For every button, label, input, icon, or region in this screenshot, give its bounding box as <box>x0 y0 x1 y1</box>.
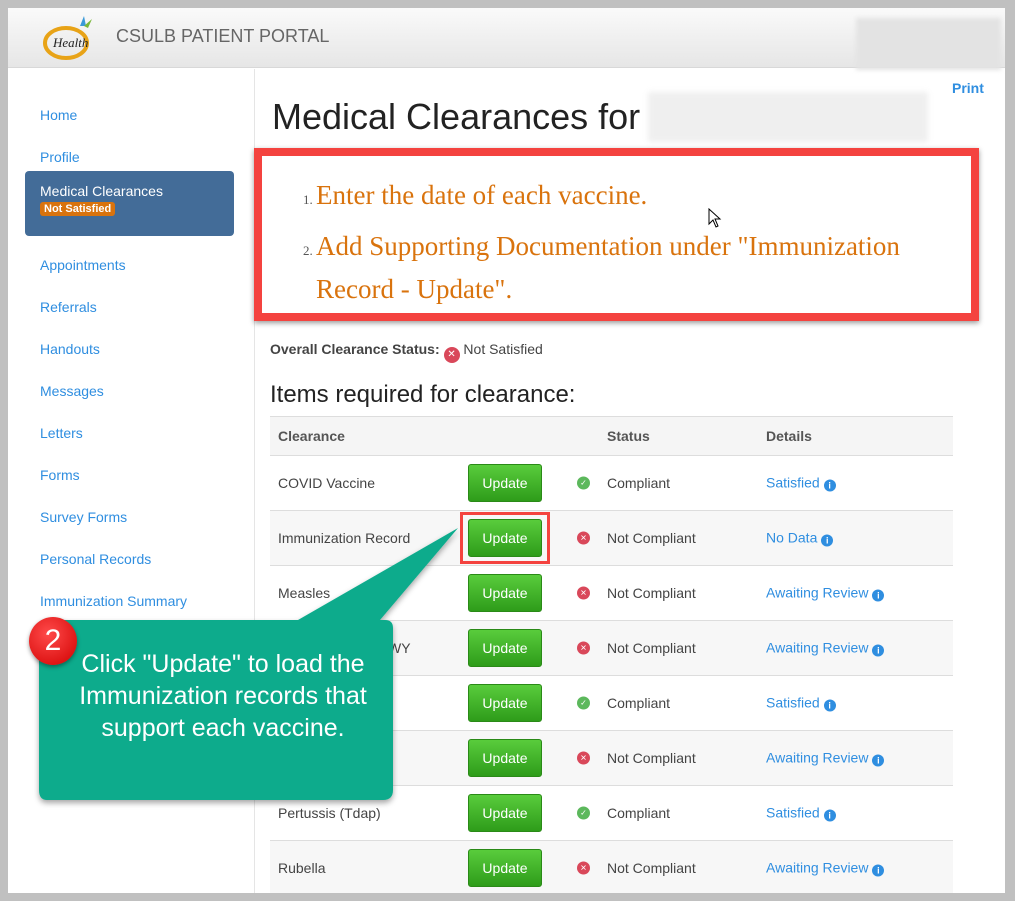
patient-portal-page: Health CSULB PATIENT PORTAL Home Profile… <box>8 8 1005 893</box>
step-number-badge: 2 <box>29 617 77 665</box>
callout-text: Click "Update" to load the Immunization … <box>79 650 367 742</box>
callout-bubble <box>39 528 458 800</box>
